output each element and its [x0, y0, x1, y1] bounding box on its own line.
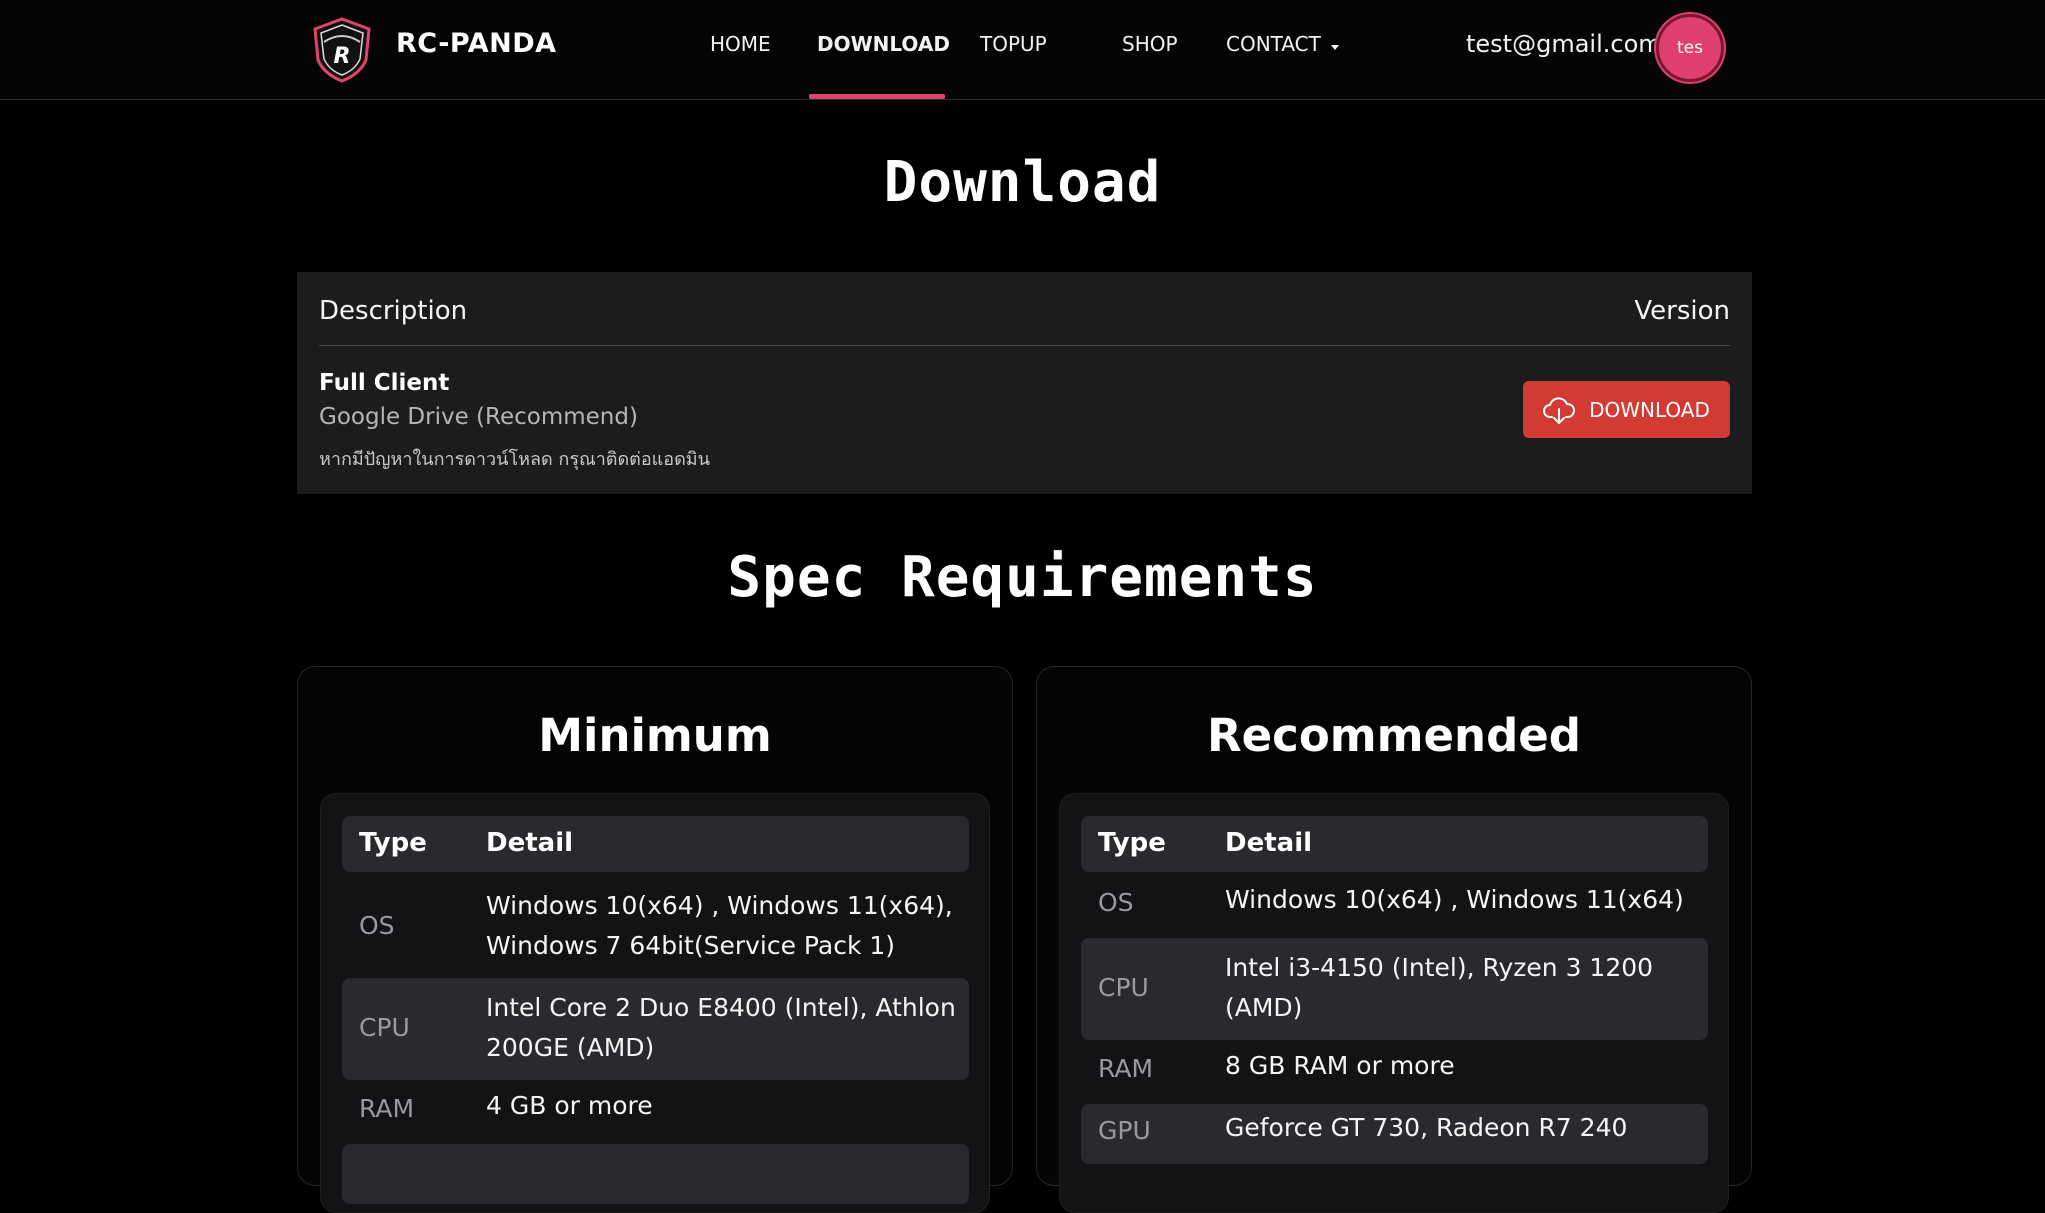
row-type: CPU — [359, 1013, 410, 1042]
chevron-down-icon[interactable] — [1331, 45, 1339, 50]
active-nav-indicator — [809, 94, 945, 99]
spec-table: Type Detail OS Windows 10(x64) , Windows… — [320, 793, 990, 1213]
minimum-spec-card: Minimum Type Detail OS Windows 10(x64) ,… — [297, 666, 1013, 1213]
row-detail: 8 GB RAM or more — [1225, 1051, 1455, 1080]
row-detail: Windows 10(x64) , Windows 11(x64), Windo… — [486, 891, 953, 960]
brand-name[interactable]: RC-PANDA — [396, 28, 557, 59]
spec-title: Spec Requirements — [727, 545, 1318, 610]
download-button-label: DOWNLOAD — [1589, 397, 1710, 422]
page-title: Download — [883, 150, 1162, 215]
row-type: RAM — [1098, 1054, 1154, 1083]
nav-topup[interactable]: TOPUP — [980, 32, 1047, 56]
table-row: CPU Intel i3-4150 (Intel), Ryzen 3 1200 … — [1081, 938, 1708, 1040]
recommended-spec-card: Recommended Type Detail OS Windows 10(x6… — [1036, 666, 1752, 1213]
nav-home[interactable]: HOME — [710, 32, 771, 56]
row-type: RAM — [359, 1094, 415, 1123]
row-type: CPU — [1098, 973, 1149, 1002]
svg-text:R: R — [334, 44, 351, 69]
card-title: Minimum — [538, 709, 772, 762]
download-panel: Description Version Full Client Google D… — [297, 272, 1752, 494]
download-item-note: หากมีปัญหาในการดาวน์โหลด กรุณาติดต่อแอดม… — [319, 449, 710, 470]
row-type: OS — [1098, 888, 1134, 917]
nav-download[interactable]: DOWNLOAD — [817, 32, 950, 56]
table-row: RAM 4 GB or more — [342, 1082, 969, 1142]
table-row — [342, 1144, 969, 1204]
download-item-name: Full Client — [319, 370, 450, 396]
download-button[interactable]: DOWNLOAD — [1523, 381, 1730, 438]
row-detail: Intel i3-4150 (Intel), Ryzen 3 1200 (AMD… — [1225, 953, 1654, 1022]
table-row: RAM 8 GB RAM or more — [1081, 1042, 1708, 1102]
download-item-source: Google Drive (Recommend) — [319, 404, 638, 430]
table-row: GPU Geforce GT 730, Radeon R7 240 — [1081, 1104, 1708, 1164]
divider — [319, 345, 1730, 346]
cloud-download-icon — [1543, 396, 1576, 424]
row-detail: Windows 10(x64) , Windows 11(x64) — [1225, 885, 1684, 914]
table-header: Type Detail — [342, 816, 969, 872]
brand-logo-icon[interactable]: R — [310, 16, 374, 84]
col-header-type: Type — [359, 828, 427, 858]
nav-shop[interactable]: SHOP — [1122, 32, 1178, 56]
row-type: GPU — [1098, 1116, 1151, 1145]
user-email[interactable]: test@gmail.com — [1466, 30, 1662, 58]
col-header-type: Type — [1098, 828, 1166, 858]
table-header: Type Detail — [1081, 816, 1708, 872]
table-row: OS Windows 10(x64) , Windows 11(x64), Wi… — [342, 876, 969, 976]
row-detail: Intel Core 2 Duo E8400 (Intel), Athlon 2… — [486, 993, 956, 1062]
col-header-detail: Detail — [1225, 828, 1313, 858]
table-row: CPU Intel Core 2 Duo E8400 (Intel), Athl… — [342, 978, 969, 1080]
spec-table: Type Detail OS Windows 10(x64) , Windows… — [1059, 793, 1729, 1213]
avatar[interactable]: tes — [1656, 14, 1724, 82]
table-row: OS Windows 10(x64) , Windows 11(x64) — [1081, 876, 1708, 936]
column-header-description: Description — [319, 296, 468, 326]
row-detail: Geforce GT 730, Radeon R7 240 — [1225, 1113, 1628, 1142]
navbar: R RC-PANDA HOME DOWNLOAD TOPUP SHOP CONT… — [0, 0, 2045, 100]
row-detail: 4 GB or more — [486, 1091, 653, 1120]
col-header-detail: Detail — [486, 828, 574, 858]
nav-contact[interactable]: CONTACT — [1226, 32, 1321, 56]
row-type: OS — [359, 911, 395, 940]
column-header-version: Version — [1634, 296, 1730, 326]
card-title: Recommended — [1206, 709, 1582, 762]
